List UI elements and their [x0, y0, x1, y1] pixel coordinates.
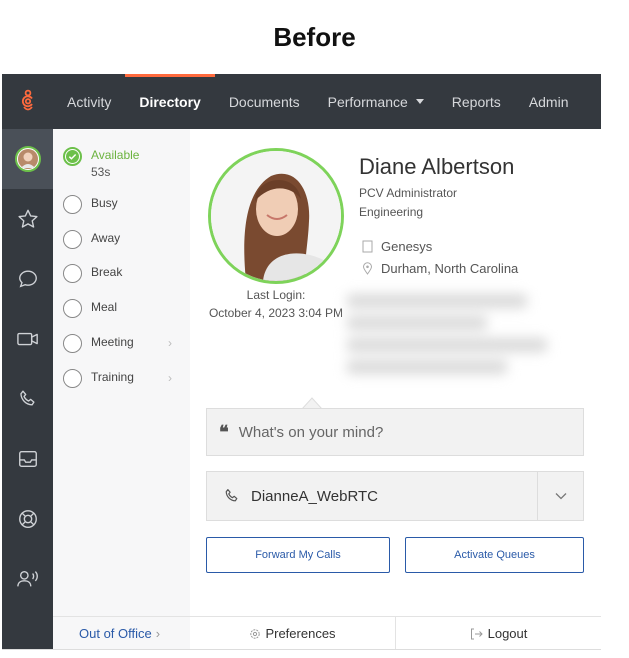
phone-station-select[interactable]: DianneA_WebRTC	[206, 471, 584, 521]
redacted-contact-info	[347, 292, 557, 392]
status-duration: 53s	[91, 165, 111, 179]
radio-icon[interactable]	[63, 299, 82, 318]
last-login: Last Login: October 4, 2023 3:04 PM	[208, 286, 344, 322]
status-training[interactable]: Training	[63, 369, 134, 388]
presence-panel: Available 53s Busy Away Break Meal Meeti…	[53, 129, 190, 649]
radio-icon[interactable]	[63, 195, 82, 214]
video-icon	[16, 332, 38, 346]
nav-activity[interactable]: Activity	[53, 74, 125, 129]
radio-checked-icon[interactable]	[63, 147, 82, 166]
forward-calls-button[interactable]: Forward My Calls	[206, 537, 390, 573]
lifebuoy-icon	[18, 510, 37, 528]
logout-label: Logout	[487, 626, 528, 641]
page-heading: Before	[273, 21, 356, 52]
radio-icon[interactable]	[63, 230, 82, 249]
nav-performance[interactable]: Performance	[314, 74, 438, 129]
status-message-input[interactable]: ❝ What's on your mind?	[206, 408, 584, 456]
phone-station-value: DianneA_WebRTC	[251, 487, 379, 505]
chevron-right-icon[interactable]: ›	[168, 336, 172, 350]
profile-location: Durham, North Carolina	[362, 261, 518, 276]
building-icon	[362, 240, 373, 253]
radio-icon[interactable]	[63, 264, 82, 283]
nav-documents[interactable]: Documents	[215, 74, 314, 129]
inbox-icon	[18, 450, 37, 468]
status-break-label: Break	[91, 265, 123, 279]
gear-icon	[250, 628, 261, 639]
out-of-office-link[interactable]: Out of Office ›	[53, 616, 190, 649]
status-meal[interactable]: Meal	[63, 299, 117, 318]
nav-admin-label: Admin	[528, 93, 569, 110]
activate-queues-button[interactable]: Activate Queues	[405, 537, 584, 573]
status-available[interactable]: Available 53s	[63, 147, 139, 181]
chevron-right-icon: ›	[155, 626, 161, 641]
nav-performance-label: Performance	[327, 93, 408, 110]
profile-location-label: Durham, North Carolina	[381, 261, 519, 276]
bottom-bar: Preferences Logout	[190, 616, 601, 649]
top-nav: Activity Directory Documents Performance…	[2, 74, 601, 129]
app-window: Activity Directory Documents Performance…	[2, 74, 601, 650]
status-busy-label: Busy	[91, 196, 118, 210]
radio-icon[interactable]	[63, 334, 82, 353]
location-pin-icon	[362, 262, 373, 275]
logout-button[interactable]: Logout	[395, 617, 601, 649]
status-away[interactable]: Away	[63, 230, 120, 249]
caret-down-icon	[415, 99, 424, 104]
profile-name: Diane Albertson	[359, 154, 515, 179]
last-login-value: October 4, 2023 3:04 PM	[208, 306, 344, 320]
profile-department: Engineering	[359, 205, 424, 219]
status-meeting[interactable]: Meeting	[63, 334, 134, 353]
out-of-office-label: Out of Office	[79, 626, 152, 641]
status-training-label: Training	[91, 370, 134, 384]
chat-icon	[18, 270, 37, 288]
avatar-status-icon	[14, 146, 41, 172]
profile-company-label: Genesys	[381, 239, 433, 254]
profile-photo	[208, 148, 344, 284]
nav-reports[interactable]: Reports	[438, 74, 515, 129]
nav-activity-label: Activity	[67, 93, 112, 110]
rail-favorites-button[interactable]	[2, 189, 53, 249]
last-login-label: Last Login:	[246, 288, 306, 302]
rail-inbox-button[interactable]	[2, 429, 53, 489]
nav-admin[interactable]: Admin	[515, 74, 583, 129]
status-available-label: Available	[91, 148, 140, 162]
status-meal-label: Meal	[91, 300, 118, 314]
nav-directory[interactable]: Directory	[125, 74, 216, 129]
genesys-logo-icon[interactable]	[2, 74, 53, 129]
star-icon	[17, 209, 38, 228]
status-meeting-label: Meeting	[91, 335, 134, 349]
phone-icon	[19, 390, 35, 406]
nav-reports-label: Reports	[451, 93, 501, 110]
chevron-down-icon[interactable]	[537, 472, 583, 520]
contacts-icon	[16, 570, 38, 587]
logout-icon	[470, 628, 483, 639]
status-away-label: Away	[91, 231, 121, 245]
rail-phone-button[interactable]	[2, 369, 53, 429]
rail-contacts-button[interactable]	[2, 549, 53, 609]
left-rail	[2, 129, 53, 649]
phone-icon	[225, 489, 238, 502]
quote-icon: ❝	[219, 421, 229, 442]
chevron-right-icon[interactable]: ›	[168, 371, 172, 385]
profile-title: PCV Administrator	[359, 186, 458, 200]
preferences-button[interactable]: Preferences	[190, 617, 395, 649]
status-message-placeholder: What's on your mind?	[238, 423, 384, 441]
preferences-label: Preferences	[265, 626, 336, 641]
rail-video-button[interactable]	[2, 309, 53, 369]
status-break[interactable]: Break	[63, 264, 122, 283]
radio-icon[interactable]	[63, 369, 82, 388]
profile-company: Genesys	[362, 239, 432, 254]
rail-chat-button[interactable]	[2, 249, 53, 309]
rail-support-button[interactable]	[2, 489, 53, 549]
nav-directory-label: Directory	[139, 93, 201, 110]
status-busy[interactable]: Busy	[63, 195, 118, 214]
nav-documents-label: Documents	[228, 93, 300, 110]
rail-profile-button[interactable]	[2, 129, 53, 189]
